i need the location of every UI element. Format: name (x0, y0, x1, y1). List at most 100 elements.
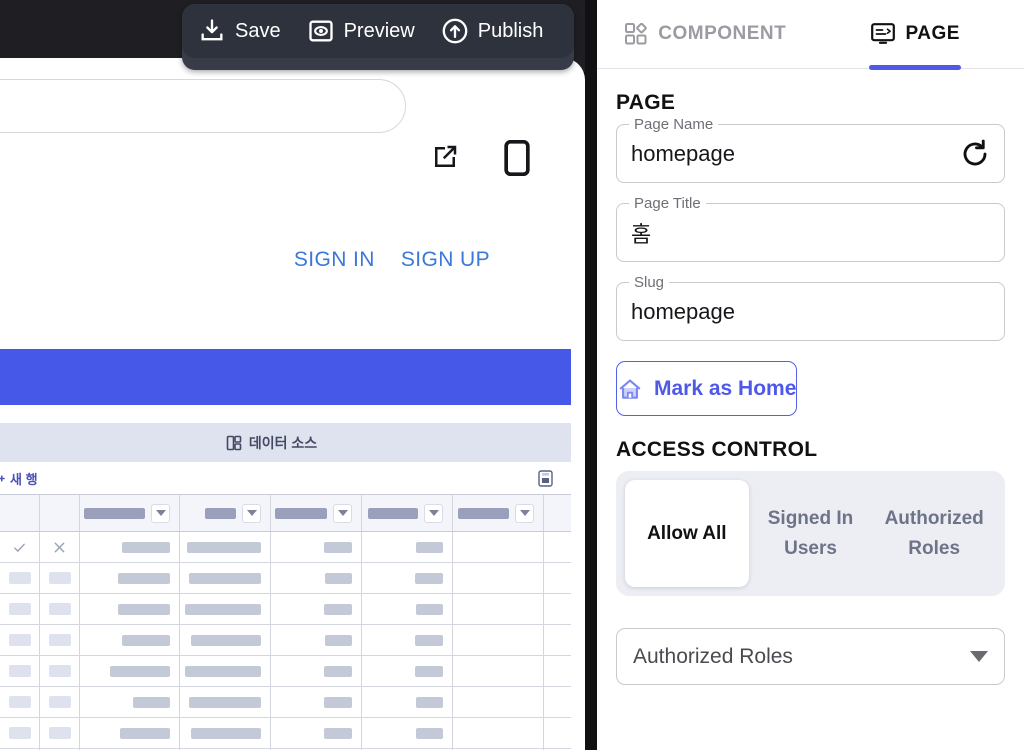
grid-cell[interactable] (180, 687, 271, 717)
save-grid-icon[interactable] (538, 470, 553, 487)
grid-cell[interactable] (271, 656, 362, 686)
authorized-roles-select[interactable]: Authorized Roles (616, 628, 1005, 685)
slug-value[interactable]: homepage (631, 299, 990, 325)
grid-cell[interactable] (271, 718, 362, 748)
publish-button-label: Publish (477, 19, 544, 42)
grid-header-cell[interactable] (362, 495, 453, 531)
page-title-field[interactable]: Page Title 홈 (616, 195, 1005, 262)
grid-checkbox-cell[interactable] (0, 718, 40, 748)
grid-header-cell[interactable] (453, 495, 544, 531)
grid-cell[interactable] (544, 563, 571, 593)
grid-cell[interactable] (80, 687, 180, 717)
url-input[interactable] (0, 79, 406, 133)
grid-checkbox-cell[interactable] (0, 656, 40, 686)
hero-banner[interactable] (0, 349, 571, 405)
access-option-signed-in-users[interactable]: Signed In Users (749, 480, 873, 587)
grid-cell[interactable] (362, 594, 453, 624)
grid-header-cell-empty[interactable] (544, 495, 571, 531)
device-preview-frame: SIGN IN SIGN UP 데이터 소스 새 행 (0, 58, 585, 750)
grid-cell[interactable] (180, 625, 271, 655)
grid-cell[interactable] (453, 656, 544, 686)
grid-cell[interactable] (362, 718, 453, 748)
page-name-field[interactable]: Page Name homepage (616, 116, 1005, 183)
publish-button[interactable]: Publish (441, 17, 544, 45)
sign-in-link[interactable]: SIGN IN (294, 248, 375, 272)
grid-cell[interactable] (362, 656, 453, 686)
chevron-down-icon[interactable] (424, 503, 443, 523)
grid-cell[interactable] (271, 594, 362, 624)
chevron-down-icon[interactable] (515, 503, 534, 523)
grid-cell[interactable] (453, 563, 544, 593)
grid-row[interactable] (0, 656, 571, 687)
grid-cell[interactable] (180, 594, 271, 624)
chevron-down-icon[interactable] (970, 651, 988, 662)
grid-cell[interactable] (453, 625, 544, 655)
grid-cell[interactable] (544, 656, 571, 686)
grid-cell[interactable] (453, 594, 544, 624)
grid-cell[interactable] (453, 687, 544, 717)
grid-checkbox-cell[interactable] (40, 625, 80, 655)
grid-cell[interactable] (271, 625, 362, 655)
grid-cell[interactable] (453, 718, 544, 748)
access-option-authorized-roles[interactable]: Authorized Roles (872, 480, 996, 587)
chevron-down-icon[interactable] (151, 503, 170, 523)
sign-up-link[interactable]: SIGN UP (401, 248, 490, 272)
grid-header-cell[interactable] (80, 495, 180, 531)
authorized-roles-select-value: Authorized Roles (633, 644, 793, 668)
grid-checkbox-cell[interactable] (0, 563, 40, 593)
grid-row[interactable] (0, 563, 571, 594)
grid-row[interactable] (0, 718, 571, 749)
grid-checkbox-cell[interactable] (0, 625, 40, 655)
mobile-device-icon[interactable] (504, 140, 530, 176)
grid-cell[interactable] (362, 625, 453, 655)
grid-row[interactable] (0, 594, 571, 625)
tab-component[interactable]: COMPONENT (601, 0, 811, 69)
chevron-down-icon[interactable] (333, 503, 352, 523)
accept-row-button[interactable] (0, 532, 40, 562)
eye-icon (308, 20, 333, 42)
preview-button[interactable]: Preview (307, 17, 415, 45)
grid-row[interactable] (0, 532, 571, 563)
open-in-new-icon[interactable] (430, 142, 460, 172)
slug-field[interactable]: Slug homepage (616, 274, 1005, 341)
page-title-value[interactable]: 홈 (631, 217, 990, 249)
grid-cell[interactable] (180, 718, 271, 748)
grid-checkbox-cell[interactable] (0, 594, 40, 624)
grid-cell[interactable] (80, 625, 180, 655)
grid-cell[interactable] (180, 563, 271, 593)
chevron-down-icon[interactable] (242, 503, 261, 523)
grid-checkbox-cell[interactable] (40, 594, 80, 624)
grid-header-cell[interactable] (180, 495, 271, 531)
grid-checkbox-cell[interactable] (40, 656, 80, 686)
grid-cell[interactable] (80, 656, 180, 686)
grid-row[interactable] (0, 687, 571, 718)
add-row-icon (0, 474, 5, 482)
grid-checkbox-cell[interactable] (0, 687, 40, 717)
grid-cell[interactable] (180, 656, 271, 686)
page-name-value[interactable]: homepage (631, 141, 960, 167)
grid-cell[interactable] (271, 687, 362, 717)
grid-cell[interactable] (544, 687, 571, 717)
grid-checkbox-cell[interactable] (40, 563, 80, 593)
grid-header-cell[interactable] (271, 495, 362, 531)
grid-cell[interactable] (80, 563, 180, 593)
grid-checkbox-cell[interactable] (40, 718, 80, 748)
grid-row[interactable] (0, 625, 571, 656)
refresh-icon[interactable] (960, 139, 990, 169)
reject-row-button[interactable] (40, 532, 80, 562)
grid-cell[interactable] (80, 594, 180, 624)
mark-as-home-button[interactable]: Mark as Home (616, 361, 798, 416)
grid-cell[interactable] (271, 563, 362, 593)
grid-cell[interactable] (362, 563, 453, 593)
tab-page[interactable]: PAGE (811, 0, 1021, 69)
access-option-allow-all[interactable]: Allow All (625, 480, 749, 587)
new-row-button[interactable]: 새 행 (0, 469, 38, 488)
grid-cell[interactable] (80, 718, 180, 748)
save-button[interactable]: Save (198, 17, 281, 45)
grid-cell[interactable] (544, 594, 571, 624)
grid-cell[interactable] (544, 625, 571, 655)
grid-cell[interactable] (362, 687, 453, 717)
datasource-grid[interactable] (0, 495, 571, 750)
grid-cell[interactable] (544, 718, 571, 748)
grid-checkbox-cell[interactable] (40, 687, 80, 717)
